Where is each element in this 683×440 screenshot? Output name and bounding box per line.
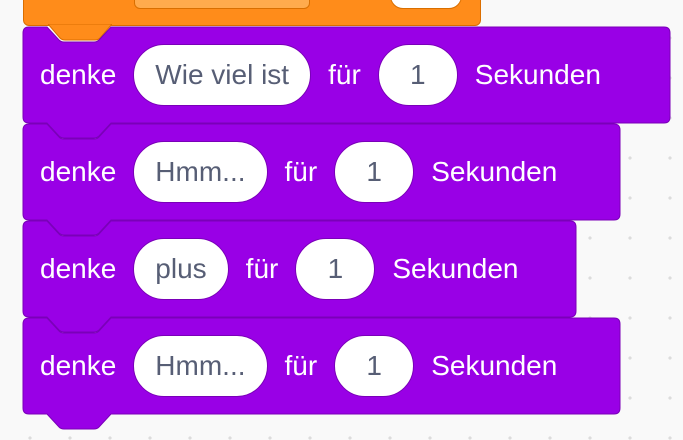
- message-input[interactable]: Hmm...: [133, 141, 268, 203]
- think-keyword: denke: [40, 350, 117, 381]
- seconds-label: Sekunden: [392, 253, 519, 284]
- previous-block-reporter[interactable]: [390, 0, 462, 9]
- seconds-input[interactable]: 1: [377, 44, 458, 106]
- message-input[interactable]: plus: [133, 238, 229, 300]
- think-block-row: denke Hmm... für 1 Sekunden: [23, 124, 620, 220]
- seconds-input[interactable]: 1: [334, 141, 415, 203]
- seconds-input[interactable]: 1: [295, 238, 376, 300]
- scripts-workspace[interactable]: denke Wie viel ist für 1 Sekunden denke …: [0, 0, 683, 440]
- think-keyword: denke: [40, 59, 117, 90]
- for-label: für: [284, 350, 318, 381]
- for-label: für: [328, 59, 361, 90]
- think-block-row: denke plus für 1 Sekunden: [23, 221, 576, 317]
- previous-block[interactable]: [23, 0, 481, 26]
- message-input[interactable]: Hmm...: [133, 335, 268, 397]
- for-label: für: [284, 156, 318, 187]
- previous-block-input[interactable]: [134, 0, 310, 9]
- think-block-row: denke Hmm... für 1 Sekunden: [23, 318, 620, 414]
- seconds-label: Sekunden: [431, 156, 558, 187]
- seconds-input[interactable]: 1: [334, 335, 415, 397]
- think-keyword: denke: [40, 156, 117, 187]
- seconds-label: Sekunden: [431, 350, 558, 381]
- think-keyword: denke: [40, 253, 117, 284]
- think-block-row: denke Wie viel ist für 1 Sekunden: [23, 27, 670, 123]
- for-label: für: [245, 253, 279, 284]
- seconds-label: Sekunden: [474, 59, 601, 90]
- message-input[interactable]: Wie viel ist: [133, 44, 312, 106]
